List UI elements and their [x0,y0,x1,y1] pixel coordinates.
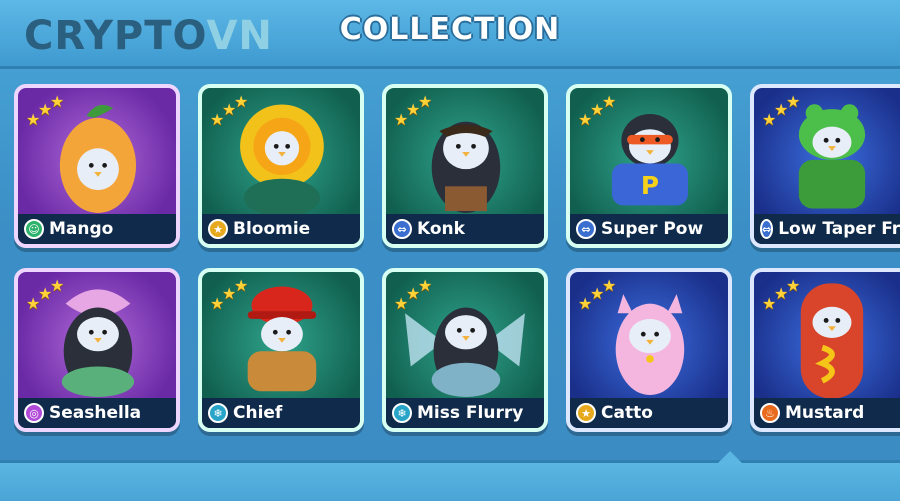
card-name-bar: ♨ Mustard [754,398,900,428]
card-name-bar: ☺ Mango [18,214,176,244]
card-name-bar: ❄ Chief [202,398,360,428]
card-seashella[interactable]: ★ ★ ★ ◎ Seashella [14,268,180,432]
dumbbell-icon: ⇔ [576,219,596,239]
card-name-bar: ★ Catto [570,398,728,428]
card-name: Low Taper Fro [778,219,900,239]
star-icon: ★ [208,219,228,239]
mask-icon: ☺ [24,219,44,239]
snowflake-icon: ❄ [208,403,228,423]
card-name: Konk [417,219,465,239]
card-bloomie[interactable]: ★ ★ ★ ★ Bloomie [198,84,364,248]
top-bar: CRYPTOVN COLLECTION [0,0,900,69]
chief-character-image [247,286,317,392]
card-mango[interactable]: ★ ★ ★ ☺ Mango [14,84,180,248]
svg-text:P: P [641,171,659,200]
card-name: Chief [233,403,283,423]
card-name: Mustard [785,403,865,423]
spiral-icon: ◎ [24,403,44,423]
flame-icon: ♨ [760,403,780,423]
super-pow-character-image: P [611,113,689,206]
card-name: Bloomie [233,219,311,239]
dumbbell-icon: ⇔ [392,219,412,239]
collection-grid: ★ ★ ★ ☺ Mango ★ ★ ★ ★ Bloomie ★ ★ ★ ⇔ Ko… [0,78,900,448]
card-name: Catto [601,403,653,423]
bloomie-character-image [240,104,324,217]
card-name-bar: ★ Bloomie [202,214,360,244]
card-miss-flurry[interactable]: ★ ★ ★ ❄ Miss Flurry [382,268,548,432]
card-name: Miss Flurry [417,403,524,423]
konk-character-image [431,121,501,213]
bottom-bar [0,451,900,501]
card-name: Super Pow [601,219,704,239]
card-low-taper-fro[interactable]: ★ ★ ★ ⇔ Low Taper Fro [750,84,900,248]
card-super-pow[interactable]: ★ ★ ★ P ⇔ Super Pow [566,84,732,248]
card-name: Seashella [49,403,142,423]
page-title: COLLECTION [339,12,561,47]
card-mustard[interactable]: ★ ★ ★ ♨ Mustard [750,268,900,432]
card-name-bar: ❄ Miss Flurry [386,398,544,428]
dumbbell-icon: ⇔ [760,219,774,239]
snowflake-icon: ❄ [392,403,412,423]
star-icon: ★ [576,403,596,423]
card-name-bar: ⇔ Low Taper Fro [754,214,900,244]
mango-character-image [59,104,137,213]
mustard-character-image [800,283,864,399]
card-chief[interactable]: ★ ★ ★ ❄ Chief [198,268,364,432]
low-taper-fro-character-image [798,104,866,209]
card-name-bar: ◎ Seashella [18,398,176,428]
card-catto[interactable]: ★ ★ ★ ★ Catto [566,268,732,432]
card-name: Mango [49,219,114,239]
card-name-bar: ⇔ Konk [386,214,544,244]
card-name-bar: ⇔ Super Pow [570,214,728,244]
card-konk[interactable]: ★ ★ ★ ⇔ Konk [382,84,548,248]
miss-flurry-character-image [405,307,525,397]
seashella-character-image [61,289,135,397]
footer-notch [718,451,742,463]
catto-character-image [615,294,685,396]
